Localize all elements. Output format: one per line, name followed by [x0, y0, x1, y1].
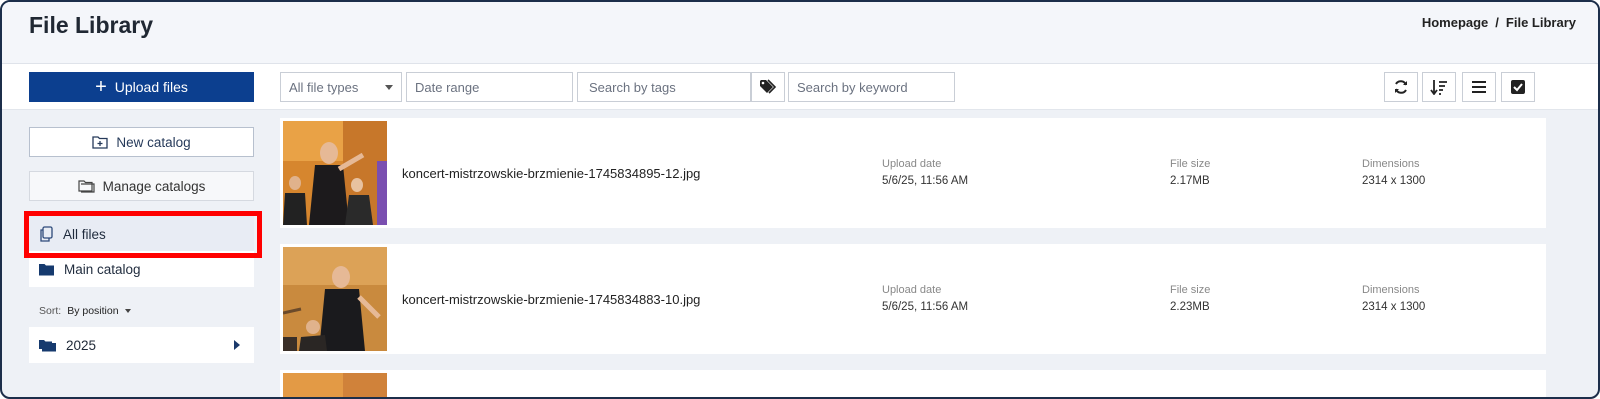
new-catalog-button[interactable]: New catalog [29, 127, 254, 157]
file-size-label: File size [1170, 284, 1211, 296]
sort-label: Sort: [39, 305, 62, 317]
file-thumbnail[interactable] [283, 121, 387, 225]
refresh-icon [1395, 80, 1407, 94]
file-type-select[interactable]: All file types [280, 72, 402, 102]
file-size-block: File size 2.23MB [1170, 284, 1210, 313]
folder-item-2025[interactable]: 2025 [29, 327, 254, 363]
chevron-down-icon [385, 85, 393, 90]
upload-files-label: Upload files [114, 79, 188, 95]
upload-date-value: 5/6/25, 11:56 AM [882, 301, 969, 313]
upload-date-label: Upload date [882, 158, 942, 170]
breadcrumb-separator: / [1495, 15, 1499, 30]
sort-control[interactable]: Sort: By position [39, 305, 131, 317]
list-view-icon [1472, 81, 1486, 93]
dimensions-block: Dimensions 2314 x 1300 [1362, 284, 1425, 313]
dimensions-value: 2314 x 1300 [1362, 175, 1426, 187]
upload-files-button[interactable]: + Upload files [29, 72, 254, 102]
breadcrumb-homepage-link[interactable]: Homepage [1422, 15, 1488, 30]
refresh-button[interactable] [1384, 72, 1418, 102]
folder-plus-icon [92, 136, 108, 149]
list-view-button[interactable] [1462, 72, 1496, 102]
file-size-block: File size 2.17MB [1170, 158, 1210, 187]
keyword-search-placeholder: Search by keyword [797, 79, 908, 95]
dimensions-label: Dimensions [1362, 158, 1420, 170]
file-thumbnail[interactable] [283, 373, 387, 397]
file-name[interactable]: koncert-mistrzowskie-brzmienie-174583488… [402, 292, 700, 307]
breadcrumb-current: File Library [1505, 15, 1576, 30]
file-size-value: 2.17MB [1170, 175, 1210, 187]
checkbox-icon [1511, 80, 1525, 94]
select-all-button[interactable] [1501, 72, 1535, 102]
tags-search-input[interactable]: Search by tags [577, 72, 751, 102]
breadcrumb: Homepage / File Library [1422, 15, 1576, 30]
sort-value: By position [67, 305, 119, 317]
tags-search-placeholder: Search by tags [589, 79, 676, 95]
file-row[interactable] [280, 370, 1546, 397]
file-size-value: 2.23MB [1170, 301, 1210, 313]
dimensions-block: Dimensions 2314 x 1300 [1362, 158, 1425, 187]
chevron-down-icon [124, 309, 131, 313]
app-window: File Library Homepage / File Library + Upl… [0, 0, 1600, 399]
folders-outline-icon [77, 180, 95, 193]
folder-label: 2025 [66, 337, 97, 353]
upload-date-label: Upload date [882, 284, 942, 296]
upload-date-value: 5/6/25, 11:56 AM [882, 175, 969, 187]
date-range-input[interactable]: Date range [406, 72, 573, 102]
keyword-search-input[interactable]: Search by keyword [788, 72, 955, 102]
chevron-right-icon[interactable] [234, 340, 240, 350]
file-row[interactable]: koncert-mistrzowskie-brzmienie-174583488… [280, 244, 1546, 354]
highlight-box [24, 211, 262, 258]
sort-button[interactable] [1422, 72, 1456, 102]
upload-date-block: Upload date 5/6/25, 11:56 AM [882, 158, 968, 187]
file-name[interactable]: koncert-mistrzowskie-brzmienie-174583489… [402, 166, 700, 181]
date-range-placeholder: Date range [415, 79, 480, 95]
tags-button[interactable] [751, 72, 785, 102]
folder-icon [39, 263, 54, 275]
file-type-value: All file types [289, 79, 359, 95]
manage-catalogs-label: Manage catalogs [102, 178, 206, 194]
file-thumbnail[interactable] [283, 247, 387, 351]
file-list: koncert-mistrzowskie-brzmienie-174583489… [280, 118, 1546, 397]
tags-icon [760, 79, 777, 94]
plus-icon: + [95, 76, 107, 98]
folders-icon [39, 339, 56, 351]
sort-icon [1430, 80, 1447, 95]
sidebar-item-label: Main catalog [64, 261, 141, 277]
page-title: File Library [29, 12, 153, 38]
dimensions-label: Dimensions [1362, 284, 1420, 296]
manage-catalogs-button[interactable]: Manage catalogs [29, 171, 254, 201]
file-row[interactable]: koncert-mistrzowskie-brzmienie-174583489… [280, 118, 1546, 228]
page-header: File Library Homepage / File Library [2, 2, 1598, 64]
toolbar: + Upload files All file types Date range… [2, 64, 1598, 110]
upload-date-block: Upload date 5/6/25, 11:56 AM [882, 284, 968, 313]
file-size-label: File size [1170, 158, 1211, 170]
new-catalog-label: New catalog [116, 134, 191, 150]
dimensions-value: 2314 x 1300 [1362, 301, 1426, 313]
